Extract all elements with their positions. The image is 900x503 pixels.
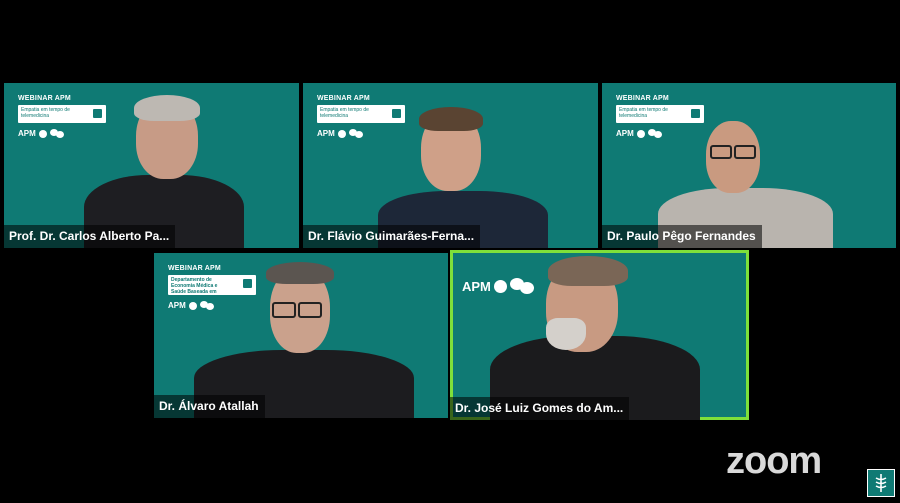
video-tile-1[interactable]: WEBINAR APM Empatia em tempo de telemedi… [4, 83, 299, 248]
apm-text: APM [317, 129, 335, 138]
apm-mark-icon [38, 129, 47, 138]
speech-bubbles-icon [49, 129, 64, 138]
participant-video [490, 252, 730, 420]
apm-text: APM [168, 301, 186, 310]
zoom-watermark: zoom [726, 440, 822, 482]
apm-text: APM [462, 278, 491, 294]
participant-name: Dr. Álvaro Atallah [154, 395, 265, 418]
participant-name: Prof. Dr. Carlos Alberto Pa... [4, 225, 176, 248]
apm-mark-icon [337, 129, 346, 138]
webinar-label: WEBINAR APM [616, 95, 669, 102]
webinar-label: WEBINAR APM [317, 95, 370, 102]
apm-text: APM [616, 129, 634, 138]
medical-logo-icon [867, 469, 895, 497]
participant-name: Dr. José Luiz Gomes do Am... [450, 397, 630, 420]
video-tile-2[interactable]: WEBINAR APM Empatia em tempo de telemedi… [303, 83, 598, 248]
participant-name: Dr. Paulo Pêgo Fernandes [602, 225, 762, 248]
participant-name: Dr. Flávio Guimarães-Ferna... [303, 225, 481, 248]
participant-video [194, 258, 414, 418]
apm-text: APM [18, 129, 36, 138]
apm-mark-icon [636, 129, 645, 138]
video-tile-4[interactable]: WEBINAR APM Departamento de Economia Méd… [154, 253, 448, 418]
video-tile-3[interactable]: WEBINAR APM Empatia em tempo de telemedi… [602, 83, 896, 248]
speech-bubbles-icon [348, 129, 363, 138]
video-tile-5-active-speaker[interactable]: APM Dr. José Luiz Gomes do Am... [450, 250, 749, 420]
